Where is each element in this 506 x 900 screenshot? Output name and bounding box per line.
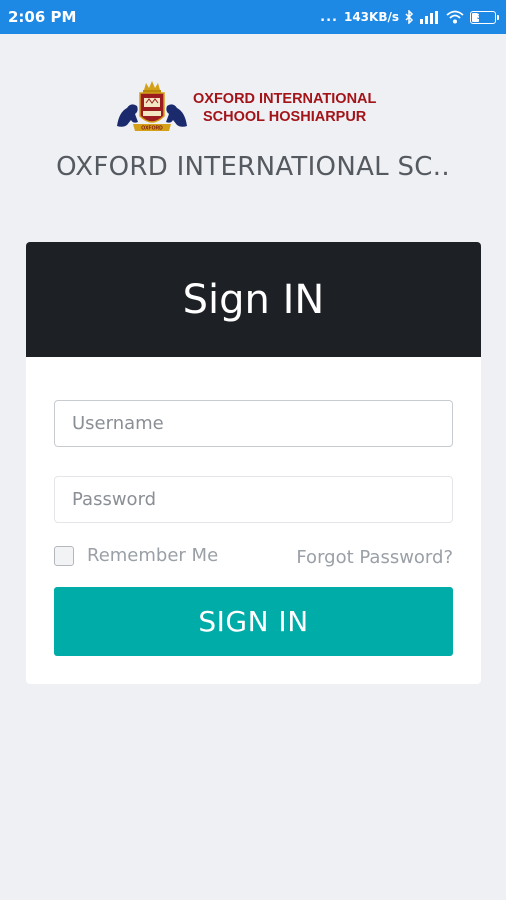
username-input[interactable]: [54, 400, 453, 447]
status-time: 2:06 PM: [8, 8, 77, 26]
password-input[interactable]: [54, 476, 453, 523]
logo-text: OXFORD INTERNATIONAL SCHOOL HOSHIARPUR: [193, 90, 376, 126]
bluetooth-icon: [405, 10, 414, 24]
remember-me-label[interactable]: Remember Me: [87, 545, 218, 566]
battery-percent: 38: [476, 12, 490, 22]
remember-me-checkbox[interactable]: [54, 545, 74, 566]
status-icons: ... 143KB/s 38: [320, 9, 499, 25]
notification-dots: ...: [320, 9, 338, 25]
sign-in-button[interactable]: SIGN IN: [54, 587, 453, 656]
login-title: Sign IN: [182, 276, 325, 323]
network-speed: 143KB/s: [343, 10, 399, 24]
logo-line-2: SCHOOL HOSHIARPUR: [203, 109, 367, 125]
school-logo: OXFORD OXFORD INTERNATIONAL SCHOOL HOSHI…: [113, 78, 393, 138]
signal-icon: [420, 10, 440, 24]
crest-icon: OXFORD: [117, 81, 187, 132]
wifi-icon: [446, 10, 464, 24]
forgot-password-link[interactable]: Forgot Password?: [296, 547, 453, 568]
status-bar: 2:06 PM ... 143KB/s 38: [0, 0, 506, 34]
crest-caption: OXFORD: [141, 126, 163, 132]
login-header: Sign IN: [26, 242, 481, 357]
login-card: Sign IN Remember Me Forgot Password? SIG…: [26, 242, 481, 684]
remember-me[interactable]: Remember Me: [54, 545, 218, 566]
school-name: OXFORD INTERNATIONAL SC..: [56, 152, 450, 182]
logo-line-1: OXFORD INTERNATIONAL: [193, 91, 377, 107]
battery-icon: 38: [470, 10, 499, 24]
